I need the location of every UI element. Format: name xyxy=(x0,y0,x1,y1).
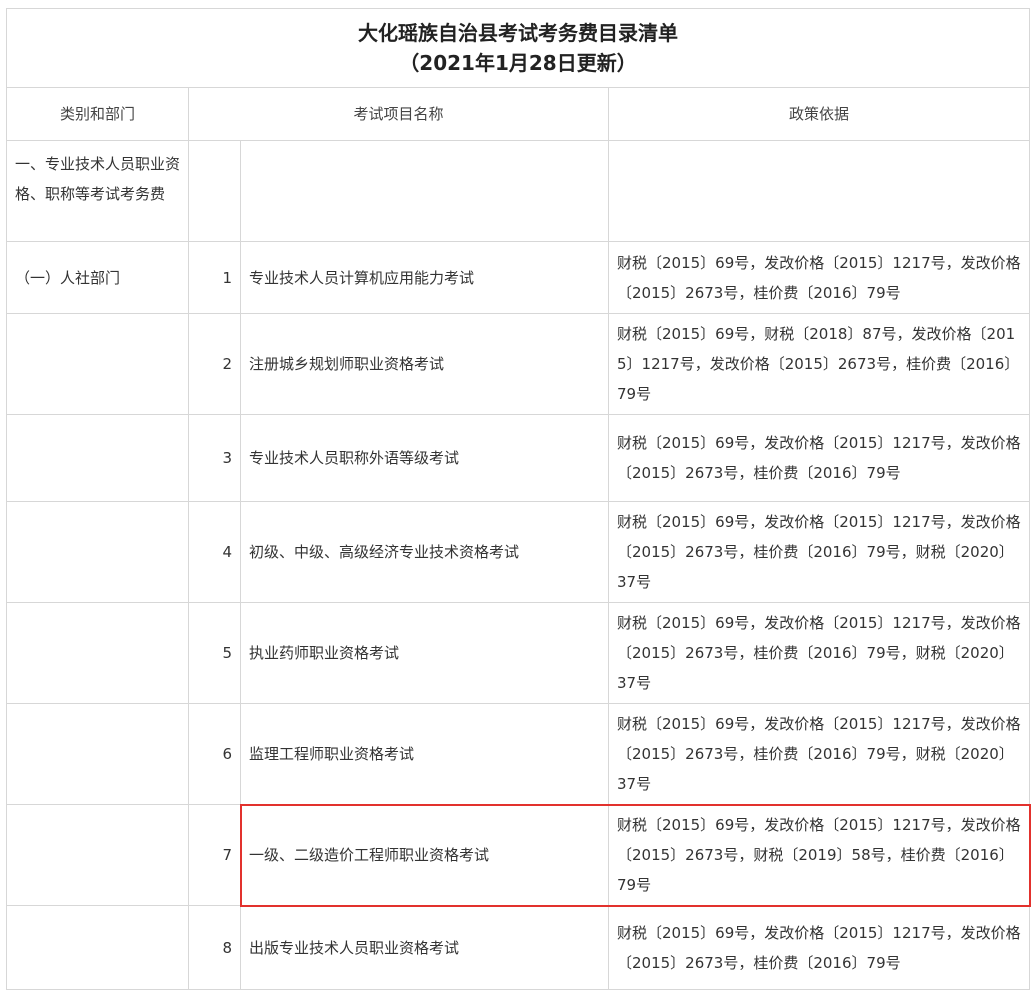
row-category: （一）人社部门 xyxy=(6,241,189,314)
row-policy-basis: 财税〔2015〕69号，发改价格〔2015〕1217号，发改价格〔2015〕26… xyxy=(608,602,1030,704)
table-row: 6 监理工程师职业资格考试 财税〔2015〕69号，发改价格〔2015〕1217号，… xyxy=(6,703,1030,805)
table-row: 4 初级、中级、高级经济专业技术资格考试 财税〔2015〕69号，发改价格〔2015… xyxy=(6,501,1030,603)
row-category xyxy=(6,905,189,990)
row-exam-name: 执业药师职业资格考试 xyxy=(240,602,609,704)
title-line-1: 大化瑶族自治县考试考务费目录清单 xyxy=(358,21,678,45)
table-row: 5 执业药师职业资格考试 财税〔2015〕69号，发改价格〔2015〕1217号，发… xyxy=(6,602,1030,704)
row-category xyxy=(6,602,189,704)
row-number: 4 xyxy=(188,501,241,603)
row-policy-basis: 财税〔2015〕69号，发改价格〔2015〕1217号，发改价格〔2015〕26… xyxy=(608,414,1030,502)
row-exam-name: 专业技术人员职称外语等级考试 xyxy=(240,414,609,502)
row-exam-name: 专业技术人员计算机应用能力考试 xyxy=(240,241,609,314)
header-row: 类别和部门 考试项目名称 政策依据 xyxy=(6,87,1030,141)
row-category xyxy=(6,414,189,502)
row-exam-name: 出版专业技术人员职业资格考试 xyxy=(240,905,609,990)
fee-table: 大化瑶族自治县考试考务费目录清单 （2021年1月28日更新） 类别和部门 考试… xyxy=(6,8,1030,990)
row-policy-basis: 财税〔2015〕69号，发改价格〔2015〕1217号，发改价格〔2015〕26… xyxy=(608,905,1030,990)
section-row: 一、专业技术人员职业资格、职称等考试考务费 xyxy=(6,140,1030,242)
table-row: （一）人社部门 1 专业技术人员计算机应用能力考试 财税〔2015〕69号，发改价格〔… xyxy=(6,241,1030,314)
row-exam-name: 注册城乡规划师职业资格考试 xyxy=(240,313,609,415)
section-name-empty xyxy=(240,140,609,242)
row-number: 6 xyxy=(188,703,241,805)
header-name: 考试项目名称 xyxy=(188,87,609,141)
row-policy-basis: 财税〔2015〕69号，财税〔2018〕87号，发改价格〔2015〕1217号，… xyxy=(608,313,1030,415)
section-category: 一、专业技术人员职业资格、职称等考试考务费 xyxy=(6,140,189,242)
table-row: 3 专业技术人员职称外语等级考试 财税〔2015〕69号，发改价格〔2015〕121… xyxy=(6,414,1030,502)
title-row: 大化瑶族自治县考试考务费目录清单 （2021年1月28日更新） xyxy=(6,8,1030,88)
row-category xyxy=(6,501,189,603)
title-line-2: （2021年1月28日更新） xyxy=(399,51,637,75)
row-number: 8 xyxy=(188,905,241,990)
document-body: 大化瑶族自治县考试考务费目录清单 （2021年1月28日更新） 类别和部门 考试… xyxy=(6,8,1030,990)
row-category xyxy=(6,313,189,415)
section-num-empty xyxy=(188,140,241,242)
table-title: 大化瑶族自治县考试考务费目录清单 （2021年1月28日更新） xyxy=(6,8,1030,88)
row-number: 2 xyxy=(188,313,241,415)
row-policy-basis: 财税〔2015〕69号，发改价格〔2015〕1217号，发改价格〔2015〕26… xyxy=(608,241,1030,314)
header-category: 类别和部门 xyxy=(6,87,189,141)
row-number: 1 xyxy=(188,241,241,314)
row-category xyxy=(6,703,189,805)
row-policy-basis: 财税〔2015〕69号，发改价格〔2015〕1217号，发改价格〔2015〕26… xyxy=(608,804,1030,906)
row-number: 7 xyxy=(188,804,241,906)
section-basis-empty xyxy=(608,140,1030,242)
row-number: 3 xyxy=(188,414,241,502)
row-policy-basis: 财税〔2015〕69号，发改价格〔2015〕1217号，发改价格〔2015〕26… xyxy=(608,703,1030,805)
row-category xyxy=(6,804,189,906)
row-exam-name: 一级、二级造价工程师职业资格考试 xyxy=(240,804,609,906)
table-row: 8 出版专业技术人员职业资格考试 财税〔2015〕69号，发改价格〔2015〕121… xyxy=(6,905,1030,990)
row-number: 5 xyxy=(188,602,241,704)
row-policy-basis: 财税〔2015〕69号，发改价格〔2015〕1217号，发改价格〔2015〕26… xyxy=(608,501,1030,603)
table-row: 7 一级、二级造价工程师职业资格考试 财税〔2015〕69号，发改价格〔2015〕1… xyxy=(6,804,1030,906)
row-exam-name: 初级、中级、高级经济专业技术资格考试 xyxy=(240,501,609,603)
header-basis: 政策依据 xyxy=(608,87,1030,141)
row-exam-name: 监理工程师职业资格考试 xyxy=(240,703,609,805)
table-row: 2 注册城乡规划师职业资格考试 财税〔2015〕69号，财税〔2018〕87号，发改… xyxy=(6,313,1030,415)
